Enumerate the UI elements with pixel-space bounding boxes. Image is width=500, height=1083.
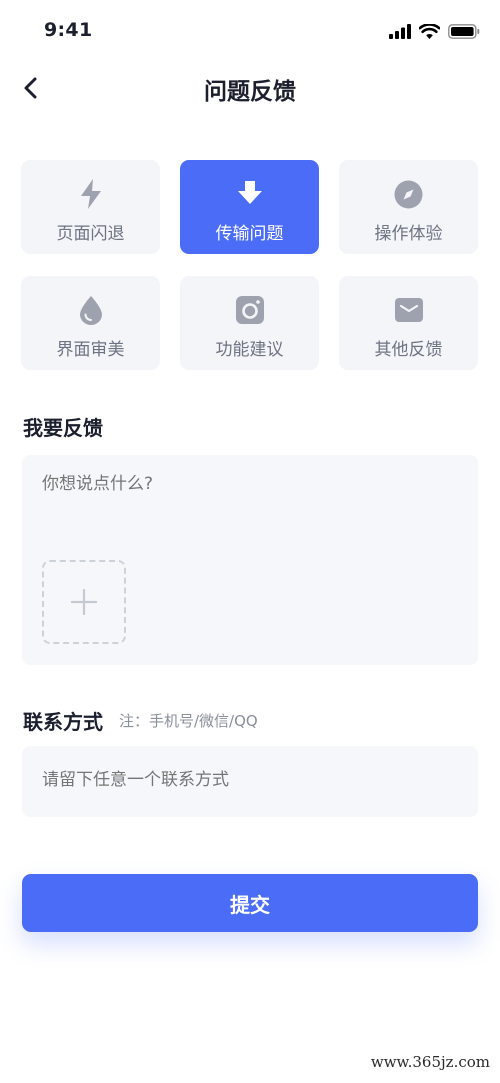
page-title: 问题反馈 bbox=[204, 79, 296, 105]
download-arrow-icon bbox=[237, 181, 262, 204]
droplet-icon bbox=[79, 296, 102, 325]
category-operation-experience[interactable]: 操作体验 bbox=[339, 160, 478, 254]
envelope-icon bbox=[394, 298, 423, 322]
status-icons bbox=[389, 21, 480, 41]
lightning-icon bbox=[80, 179, 101, 209]
category-grid: 页面闪退 传输问题 操作体验 界面审美 功能建议 其他反馈 bbox=[21, 160, 479, 370]
battery-icon bbox=[448, 23, 480, 39]
plus-icon bbox=[71, 589, 97, 615]
category-label: 页面闪退 bbox=[56, 224, 125, 244]
category-page-crash[interactable]: 页面闪退 bbox=[21, 160, 160, 254]
category-feature-suggestion[interactable]: 功能建议 bbox=[180, 276, 319, 370]
feedback-textarea[interactable] bbox=[42, 474, 452, 494]
category-ui-aesthetics[interactable]: 界面审美 bbox=[21, 276, 160, 370]
category-label: 其他反馈 bbox=[374, 340, 443, 360]
category-label: 界面审美 bbox=[56, 340, 125, 360]
category-label: 功能建议 bbox=[215, 340, 284, 360]
feedback-box bbox=[22, 455, 478, 665]
category-transfer-issue[interactable]: 传输问题 bbox=[180, 160, 319, 254]
compass-icon bbox=[394, 180, 423, 208]
category-label: 操作体验 bbox=[374, 224, 443, 244]
contact-box bbox=[22, 746, 478, 817]
contact-note: 注：手机号/微信/QQ bbox=[119, 712, 258, 730]
camera-icon bbox=[235, 296, 264, 324]
cellular-signal-icon bbox=[389, 23, 411, 39]
nav-bar: 问题反馈 bbox=[0, 62, 500, 116]
feedback-section-title: 我要反馈 bbox=[23, 416, 103, 440]
status-time: 9:41 bbox=[44, 19, 93, 41]
submit-button[interactable]: 提交 bbox=[22, 874, 478, 932]
status-bar: 9:41 bbox=[0, 0, 500, 60]
category-other-feedback[interactable]: 其他反馈 bbox=[339, 276, 478, 370]
add-image-button[interactable] bbox=[42, 560, 126, 644]
contact-input[interactable] bbox=[42, 770, 452, 790]
watermark: www.365jz.com bbox=[370, 1053, 490, 1071]
wifi-icon bbox=[419, 23, 440, 39]
contact-section-title: 联系方式 bbox=[23, 710, 103, 734]
category-label: 传输问题 bbox=[215, 224, 284, 244]
